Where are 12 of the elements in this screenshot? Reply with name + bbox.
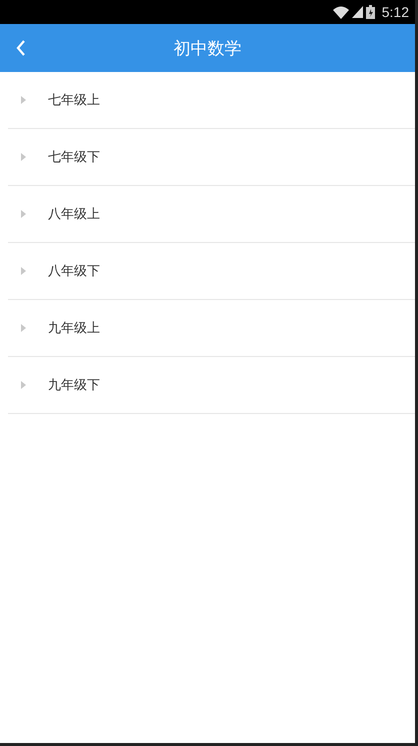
clock-time: 5:12 (382, 4, 409, 20)
list-item[interactable]: 八年级上 (8, 186, 415, 243)
list-item[interactable]: 七年级上 (8, 72, 415, 129)
back-icon[interactable] (16, 40, 26, 56)
battery-icon (366, 5, 375, 19)
list-item[interactable]: 七年级下 (8, 129, 415, 186)
list-item[interactable]: 八年级下 (8, 243, 415, 300)
page-title: 初中数学 (174, 38, 242, 60)
signal-icon (352, 6, 363, 18)
wifi-icon (332, 6, 349, 18)
list-item[interactable]: 九年级上 (8, 300, 415, 357)
list-item[interactable]: 九年级下 (8, 357, 415, 414)
